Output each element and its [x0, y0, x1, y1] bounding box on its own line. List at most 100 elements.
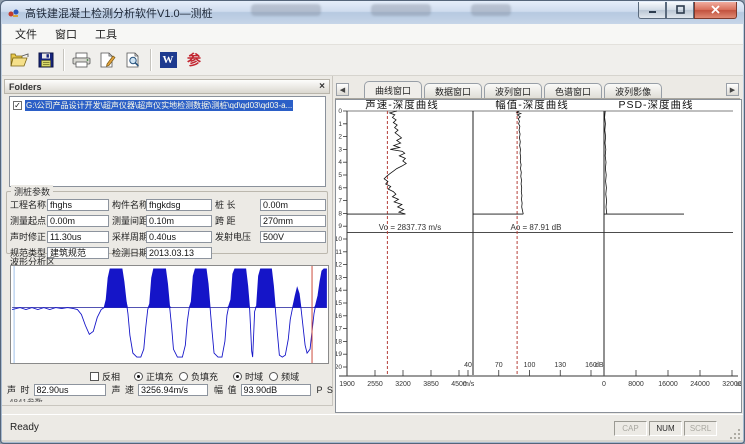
- file-checkbox[interactable]: ✓: [13, 101, 22, 110]
- tab-inactive[interactable]: 波列窗口: [484, 83, 542, 98]
- svg-text:16: 16: [336, 313, 342, 320]
- svg-text:13: 13: [336, 274, 342, 281]
- svg-text:Vo = 2837.73 m/s: Vo = 2837.73 m/s: [379, 223, 442, 232]
- param-label: 检测日期: [112, 246, 143, 259]
- folders-panel: Folders × ✓G:\公司产品设计开发\超声仪器\超声仪实地检测数据\测桩…: [2, 76, 333, 406]
- svg-text:3850: 3850: [423, 381, 439, 388]
- menu-item[interactable]: 文件: [6, 24, 46, 44]
- param-label: 测量起点: [10, 214, 44, 227]
- param-value-field[interactable]: fhghs: [47, 199, 109, 211]
- toolbar: W 参: [2, 45, 743, 76]
- fill-mode-radio[interactable]: [134, 372, 143, 381]
- folders-panel-header: Folders ×: [4, 79, 330, 94]
- param-value-field[interactable]: 0.00m: [47, 215, 109, 227]
- parameters-button[interactable]: 参: [181, 48, 207, 73]
- param-value-field[interactable]: 0.40us: [146, 231, 212, 243]
- param-value-field[interactable]: 11.30us: [47, 231, 109, 243]
- svg-text:19: 19: [336, 351, 342, 358]
- svg-text:7: 7: [338, 198, 342, 205]
- status-indicators: CAPNUMSCRL: [614, 421, 717, 436]
- menu-item[interactable]: 工具: [86, 24, 126, 44]
- waveform-display[interactable]: [10, 265, 329, 364]
- readout-label: 声 速: [112, 383, 136, 396]
- svg-text:6: 6: [338, 185, 342, 192]
- param-label: 声时修正: [10, 230, 44, 243]
- svg-text:us^2/m: us^2/m: [736, 381, 741, 388]
- file-list-item[interactable]: ✓G:\公司产品设计开发\超声仪器\超声仪实地检测数据\测桩\qd\qd03\q…: [10, 99, 325, 111]
- print-button[interactable]: [68, 48, 94, 73]
- curves-chart-panel[interactable]: 01234567891011121314151617181920声速-深度曲线1…: [335, 99, 742, 413]
- param-value-field[interactable]: 500V: [260, 231, 326, 243]
- application-window: 高铁建混凝土检测分析软件V1.0—测桩 文件窗口工具 W 参: [0, 0, 745, 444]
- svg-text:20: 20: [336, 364, 342, 371]
- tab-scroll-right-icon[interactable]: ▶: [726, 83, 739, 96]
- param-value-field[interactable]: 0.10m: [146, 215, 212, 227]
- display-options-row: 反相正填充负填充时域频域: [90, 370, 305, 383]
- tab-inactive[interactable]: 波列影像: [604, 83, 662, 98]
- param-label: 发射电压: [215, 230, 257, 243]
- svg-text:幅值-深度曲线: 幅值-深度曲线: [495, 100, 569, 111]
- save-floppy-icon: [38, 52, 54, 68]
- status-message: Ready: [10, 422, 39, 433]
- svg-text:8: 8: [338, 210, 342, 217]
- open-button[interactable]: [7, 48, 33, 73]
- toolbar-separator: [150, 49, 151, 71]
- param-value-field[interactable]: 2013.03.13: [146, 247, 212, 259]
- window-controls: [638, 2, 737, 19]
- print-preview-button[interactable]: [120, 48, 146, 73]
- clipped-note: 4841参数: [9, 397, 43, 402]
- svg-text:2: 2: [338, 134, 342, 141]
- readout-value-field[interactable]: 93.90dB: [241, 384, 311, 396]
- svg-text:5: 5: [338, 172, 342, 179]
- menu-item[interactable]: 窗口: [46, 24, 86, 44]
- domain-mode-label: 频域: [281, 370, 299, 383]
- word-export-button[interactable]: W: [155, 48, 181, 73]
- menubar: 文件窗口工具: [2, 24, 743, 45]
- svg-text:15: 15: [336, 300, 342, 307]
- readout-value-field[interactable]: 3256.94m/s: [138, 384, 208, 396]
- param-label: 桩 长: [215, 198, 257, 211]
- maximize-button[interactable]: [666, 2, 694, 19]
- param-value-field[interactable]: fhgkdsg: [146, 199, 212, 211]
- param-value-field[interactable]: 0.00m: [260, 199, 326, 211]
- param-label: 工程名称: [10, 198, 44, 211]
- waveform-plot: [11, 266, 328, 363]
- fill-mode-radio[interactable]: [179, 372, 188, 381]
- readout-value-field[interactable]: 82.90us: [34, 384, 106, 396]
- svg-text:24000: 24000: [690, 381, 710, 388]
- export-button[interactable]: [94, 48, 120, 73]
- svg-text:0: 0: [338, 108, 342, 115]
- statusbar: Ready CAPNUMSCRL: [2, 414, 743, 442]
- parameters-glyph-icon: 参: [187, 50, 201, 70]
- svg-text:3200: 3200: [395, 381, 411, 388]
- save-button[interactable]: [33, 48, 59, 73]
- param-value-field[interactable]: 270mm: [260, 215, 326, 227]
- printer-icon: [72, 52, 91, 68]
- svg-text:1900: 1900: [339, 381, 355, 388]
- pile-params-title: 测桩参数: [11, 185, 53, 198]
- domain-mode-radio[interactable]: [233, 372, 242, 381]
- invert-checkbox[interactable]: [90, 372, 99, 381]
- tab-inactive[interactable]: 数据窗口: [424, 83, 482, 98]
- param-value-field[interactable]: 建筑规范: [47, 247, 109, 259]
- tabstrip: ◀ 曲线窗口数据窗口波列窗口色谱窗口波列影像 ▶: [335, 80, 740, 99]
- status-indicator: NUM: [649, 421, 682, 436]
- svg-text:40: 40: [464, 362, 472, 369]
- titlebar-glass-artifact: [251, 4, 321, 16]
- fill-mode-label: 正填充: [146, 370, 173, 383]
- minimize-button[interactable]: [638, 2, 666, 19]
- tab-inactive[interactable]: 色谱窗口: [544, 83, 602, 98]
- svg-text:3: 3: [338, 146, 342, 153]
- tab-scroll-left-icon[interactable]: ◀: [336, 83, 349, 96]
- titlebar-glass-artifact: [471, 4, 511, 16]
- folders-file-list[interactable]: ✓G:\公司产品设计开发\超声仪器\超声仪实地检测数据\测桩\qd\qd03\q…: [9, 96, 326, 187]
- domain-mode-radio[interactable]: [269, 372, 278, 381]
- svg-text:100: 100: [524, 362, 536, 369]
- folders-close-icon[interactable]: ×: [319, 82, 325, 91]
- toolbar-separator: [63, 49, 64, 71]
- close-button[interactable]: [694, 2, 737, 19]
- resize-grip[interactable]: [728, 427, 741, 440]
- tab-active[interactable]: 曲线窗口: [364, 81, 422, 98]
- param-label: 跨 距: [215, 214, 257, 227]
- svg-text:10: 10: [336, 236, 342, 243]
